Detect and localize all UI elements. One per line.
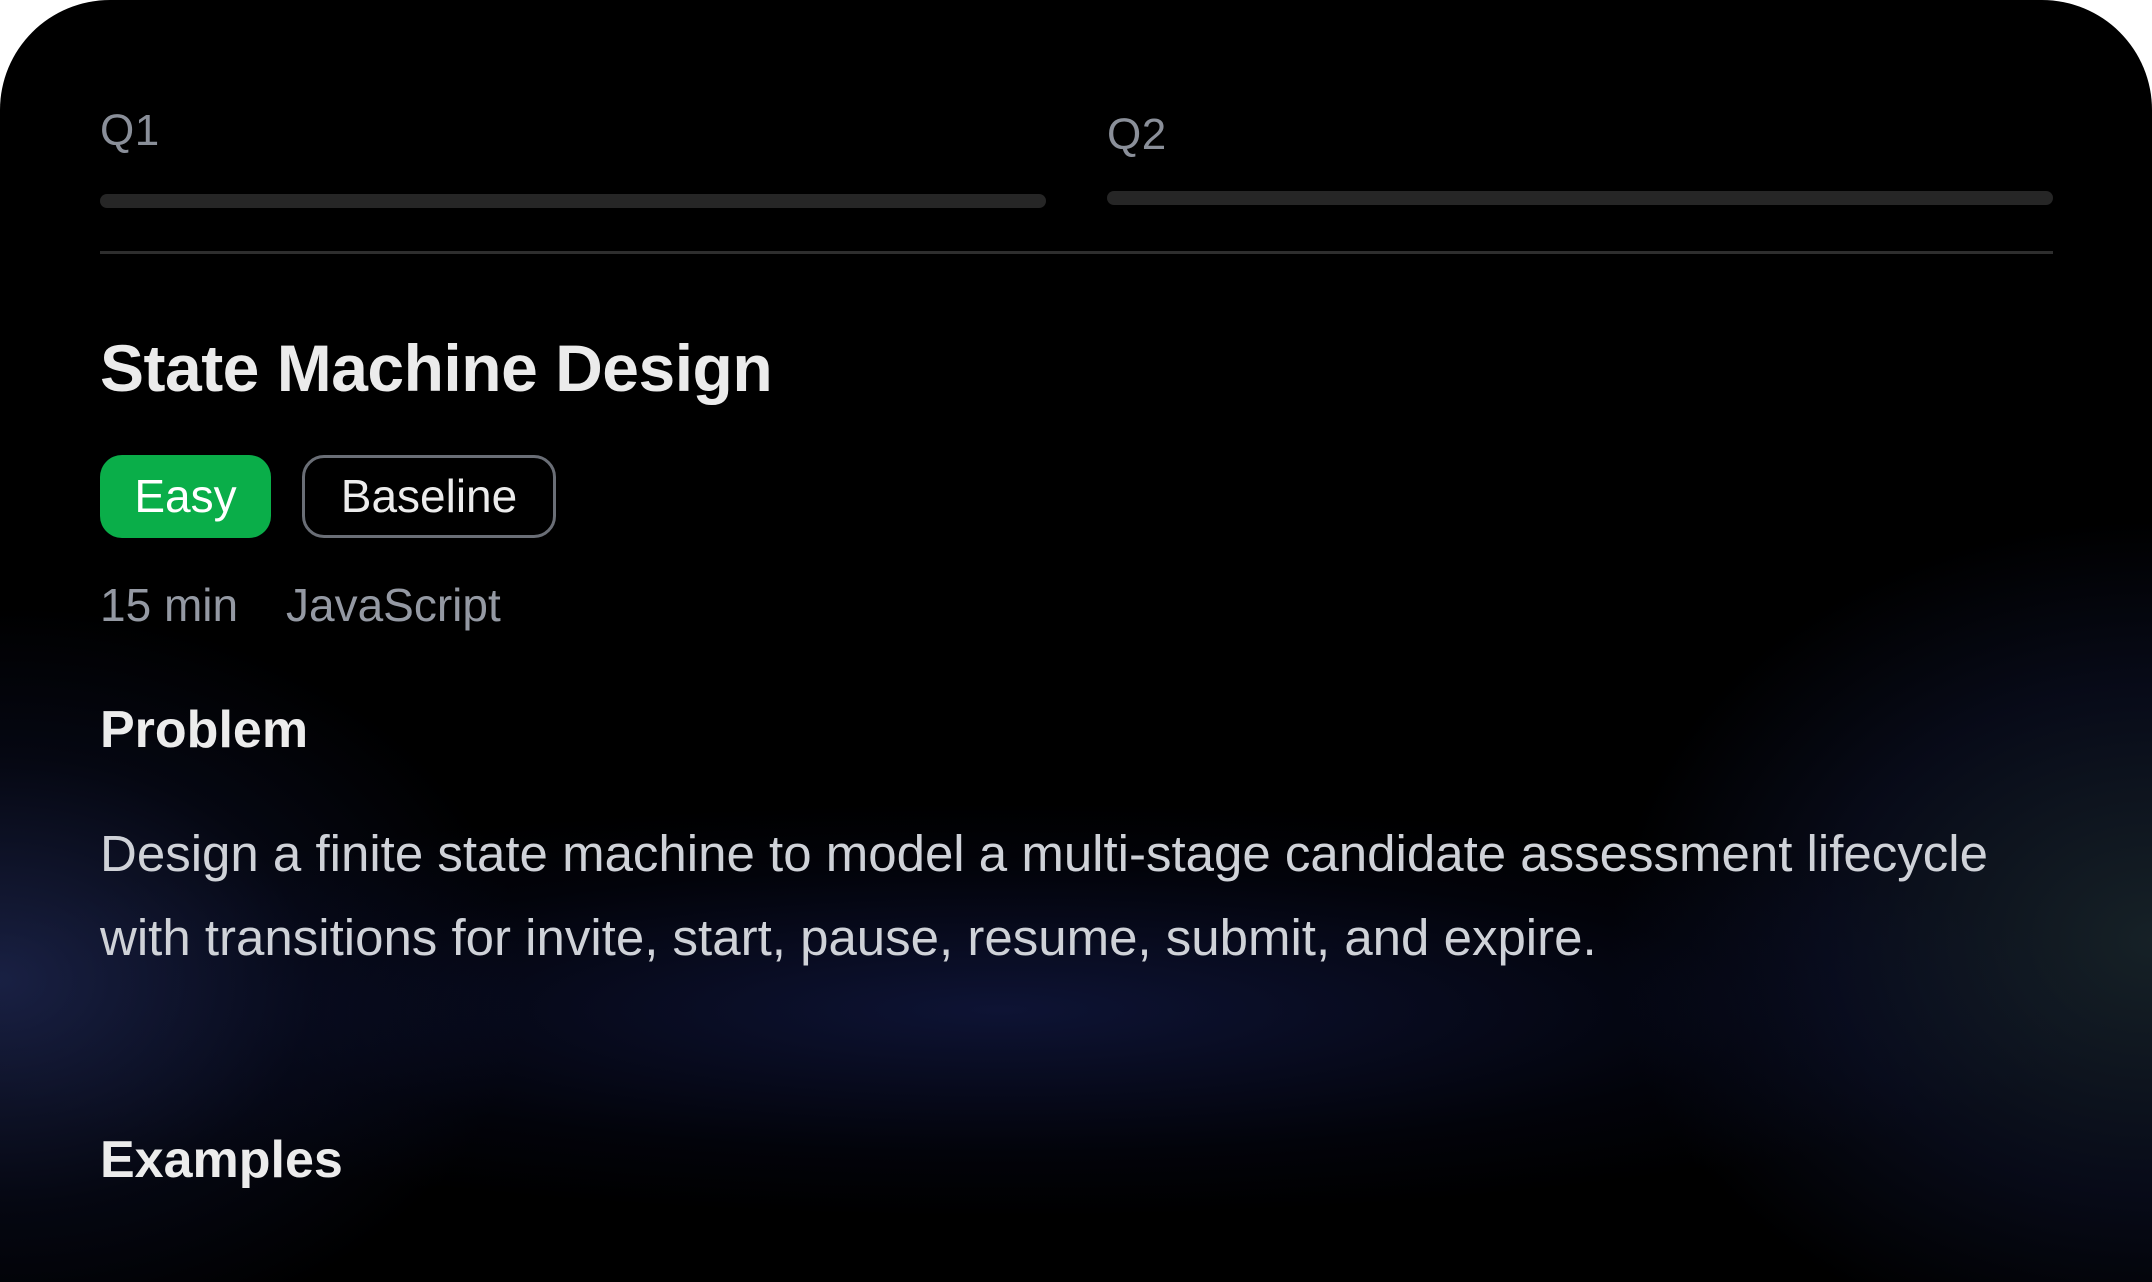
duration-text: 15 min [100, 579, 239, 631]
tab-q1-progress-bar [100, 194, 1046, 208]
problem-heading: Problem [100, 701, 309, 759]
tab-q2[interactable]: Q2 [1107, 0, 2053, 220]
tab-q2-label: Q2 [1107, 110, 1167, 159]
tabs-divider [100, 251, 2053, 254]
tab-q1-label: Q1 [100, 106, 160, 155]
device-frame: Q1 Q2 State Machine Design Easy Baseline… [0, 0, 2152, 1282]
difficulty-badge: Easy [100, 455, 271, 538]
examples-heading: Examples [100, 1131, 343, 1189]
tab-q1[interactable]: Q1 [100, 0, 1046, 220]
language-text: JavaScript [286, 579, 501, 631]
tab-q2-progress-bar [1107, 191, 2053, 205]
tag-badge: Baseline [302, 455, 556, 538]
question-title: State Machine Design [100, 331, 773, 405]
question-tabs: Q1 Q2 [100, 0, 2053, 256]
problem-description: Design a finite state machine to model a… [100, 825, 1988, 966]
